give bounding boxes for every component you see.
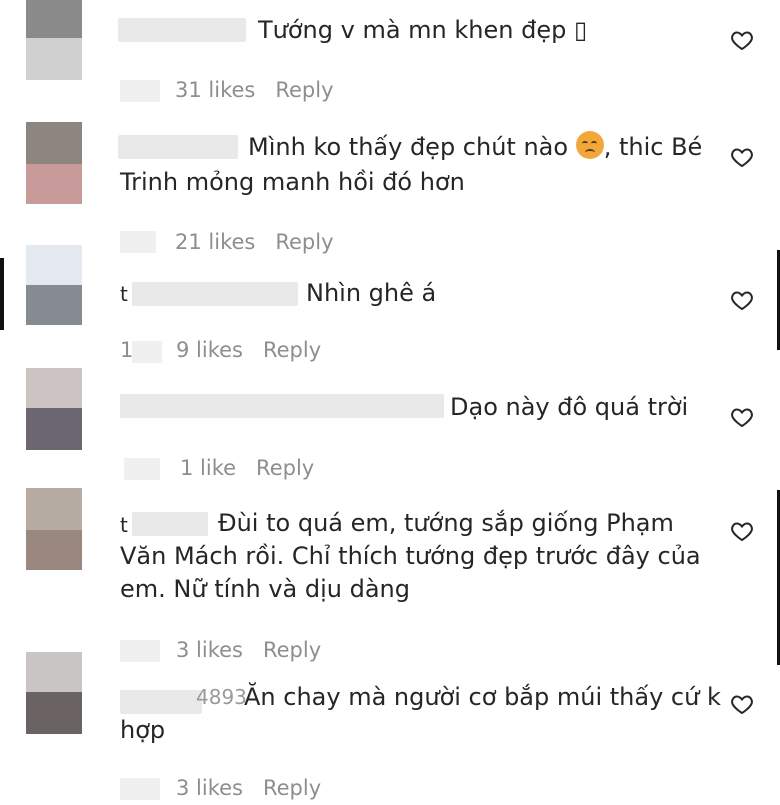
likes-count[interactable]: 3 likes (176, 638, 243, 662)
likes-count[interactable]: 31 likes (175, 78, 255, 102)
blurred-timestamp (120, 778, 160, 800)
comment-meta: 1 like Reply (180, 456, 314, 480)
like-heart-icon[interactable] (730, 145, 754, 169)
comment-text: Văn Mách rồi. Chỉ thích tướng đẹp trước … (120, 542, 701, 570)
avatar[interactable] (26, 122, 82, 204)
comment-text: Đùi to quá em, tướng sắp giống Phạm (218, 509, 674, 537)
image-edge-left (0, 258, 4, 330)
blurred-timestamp (120, 640, 160, 662)
username-blurred[interactable] (118, 135, 238, 159)
comment-text: Tướng v mà mn khen đẹp ▯ (258, 16, 588, 44)
username-prefix[interactable]: t (120, 508, 128, 543)
comment-meta: 21 likes Reply (175, 230, 334, 254)
blurred-timestamp (120, 80, 160, 102)
blurred-timestamp (120, 231, 156, 253)
comment-text: Dạo này đô quá trời (450, 393, 689, 421)
comment-text: Nhìn ghê á (306, 279, 437, 307)
likes-count[interactable]: 9 likes (176, 338, 243, 362)
comment-text: Trinh mỏng manh hồi đó hơn (120, 168, 465, 196)
comment-text: em. Nữ tính và dịu dàng (120, 575, 410, 603)
username-prefix[interactable]: t (120, 277, 128, 312)
reply-button[interactable]: Reply (275, 78, 333, 102)
like-heart-icon[interactable] (730, 692, 754, 716)
comment-meta: 31 likes Reply (175, 78, 334, 102)
likes-count[interactable]: 1 like (180, 456, 236, 480)
avatar[interactable] (26, 488, 82, 570)
comment-meta: 3 likes Reply (176, 776, 321, 800)
like-heart-icon[interactable] (730, 405, 754, 429)
username-blurred[interactable] (132, 282, 298, 306)
reply-button[interactable]: Reply (263, 776, 321, 800)
avatar[interactable] (26, 245, 82, 325)
like-heart-icon[interactable] (730, 288, 754, 312)
likes-count[interactable]: 21 likes (175, 230, 255, 254)
username-blurred[interactable] (120, 690, 202, 714)
comment-meta: 3 likes Reply (176, 638, 321, 662)
like-heart-icon[interactable] (730, 28, 754, 52)
pensive-face-icon (575, 131, 604, 159)
reply-button[interactable]: Reply (263, 638, 321, 662)
username-blurred[interactable] (118, 18, 246, 42)
username-blurred[interactable] (132, 512, 208, 536)
avatar[interactable] (26, 0, 82, 80)
reply-button[interactable]: Reply (263, 338, 321, 362)
comment-meta: 9 likes Reply (176, 338, 321, 362)
comment-text: hợp (120, 716, 166, 744)
unknown-glyph: ▯ (573, 16, 588, 44)
username-blurred[interactable] (120, 394, 444, 418)
username-suffix[interactable]: 4893 (196, 680, 247, 715)
comment-text: Mình ko thấy đẹp chút nào , thic Bé (248, 131, 703, 161)
reply-button[interactable]: Reply (256, 456, 314, 480)
avatar[interactable] (26, 652, 82, 734)
like-heart-icon[interactable] (730, 519, 754, 543)
likes-count[interactable]: 3 likes (176, 776, 243, 800)
reply-button[interactable]: Reply (275, 230, 333, 254)
blurred-timestamp (132, 341, 162, 363)
blurred-timestamp (124, 458, 160, 480)
avatar[interactable] (26, 368, 82, 450)
comment-text: Ăn chay mà người cơ bắp múi thấy cứ k (244, 683, 721, 711)
